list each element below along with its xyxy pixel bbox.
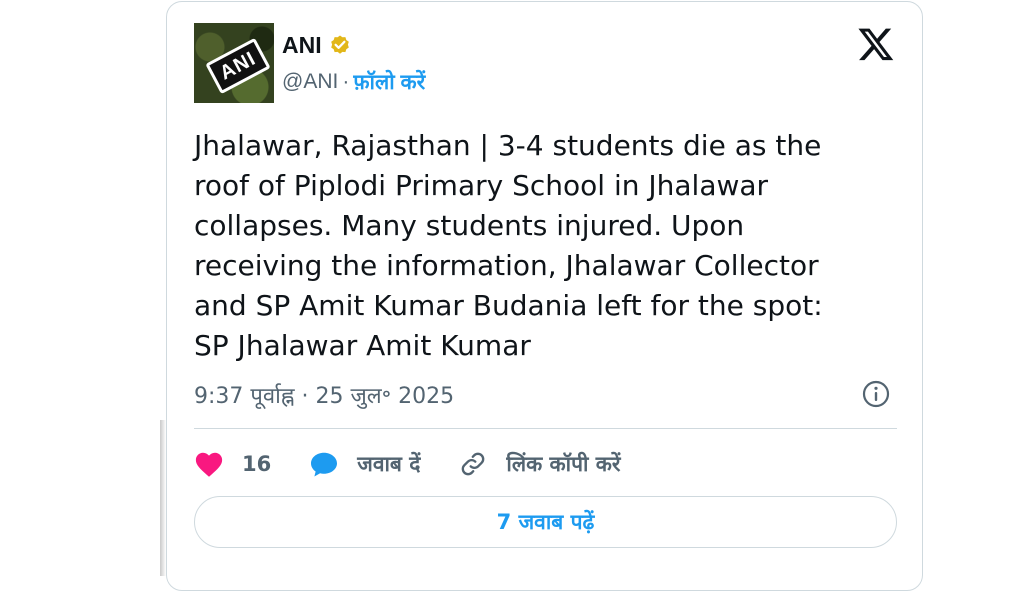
info-icon[interactable] — [861, 379, 891, 409]
heart-icon — [195, 452, 223, 477]
separator-dot: · — [342, 70, 350, 93]
x-logo-icon[interactable] — [857, 25, 895, 63]
reply-button[interactable]: जवाब दें — [309, 450, 420, 478]
avatar[interactable]: ANI — [194, 23, 274, 103]
tweet-timestamp[interactable]: 9:37 पूर्वाह्न · 25 जुल॰ 2025 — [194, 380, 454, 410]
follow-button[interactable]: फ़ॉलो करें — [353, 68, 425, 96]
read-replies-button[interactable]: 7 जवाब पढ़ें — [194, 496, 897, 548]
author-name[interactable]: ANI — [282, 32, 322, 59]
verified-badge-icon — [330, 35, 349, 54]
divider — [194, 428, 897, 429]
author-name-row: ANI — [282, 32, 352, 59]
embedded-tweet-card[interactable]: ANI ANI @ANI · फ़ॉलो करें Jhalawar, Raja… — [166, 1, 923, 591]
author-handle[interactable]: @ANI — [282, 70, 338, 94]
copy-link-label: लिंक कॉपी करें — [506, 452, 621, 476]
link-icon — [462, 452, 485, 476]
tweet-actions: 16 जवाब दें लिंक कॉपी करें — [194, 446, 658, 482]
like-button[interactable]: 16 — [194, 450, 271, 478]
like-count: 16 — [242, 452, 272, 476]
tweet-text: Jhalawar, Rajasthan | 3-4 students die a… — [194, 129, 823, 362]
copy-link-button[interactable]: लिंक कॉपी करें — [458, 450, 620, 478]
author-handle-row: @ANI · फ़ॉलो करें — [282, 68, 425, 96]
speech-bubble-icon — [311, 452, 338, 477]
reply-label: जवाब दें — [357, 452, 421, 476]
